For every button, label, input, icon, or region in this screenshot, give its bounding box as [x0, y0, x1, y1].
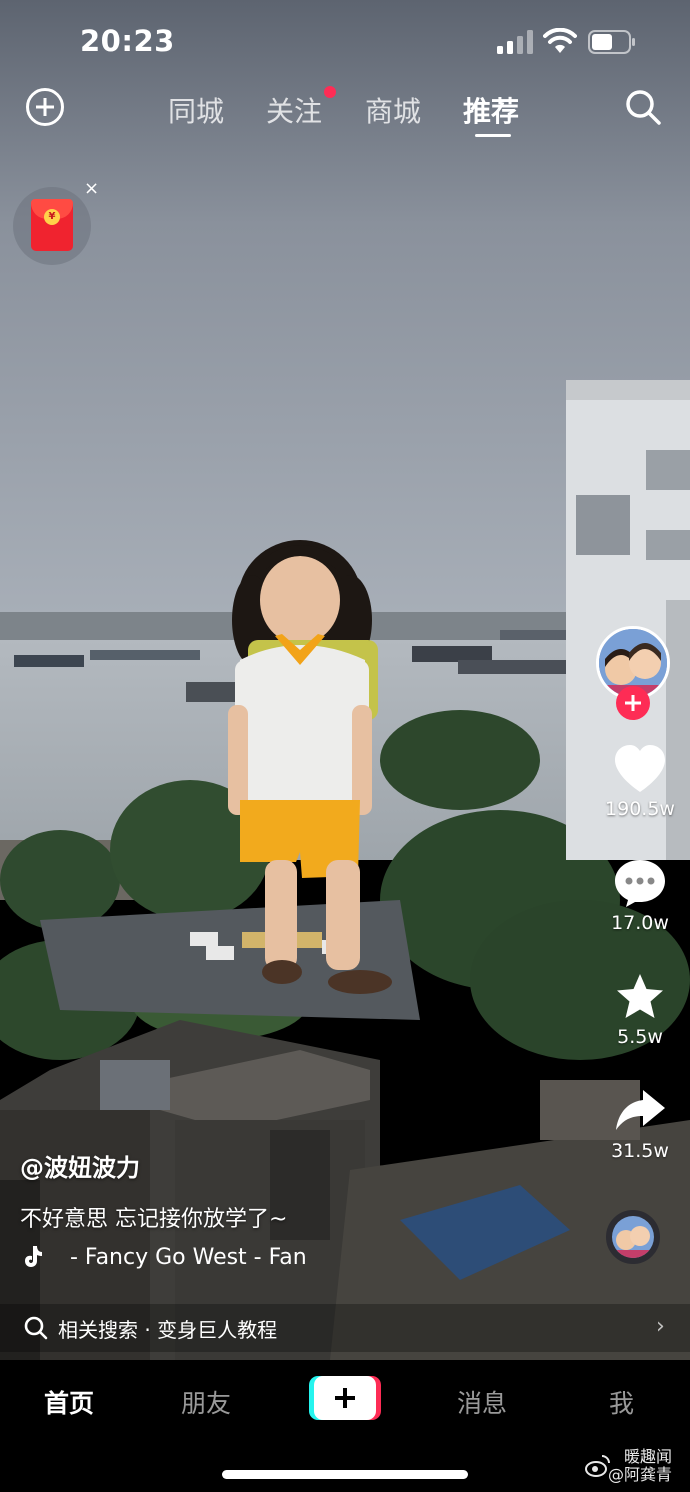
star-icon [617, 974, 663, 1018]
watermark-line2: @阿龚青 [608, 1465, 673, 1484]
comment-button[interactable]: 17.0w [590, 858, 690, 934]
plus-icon [314, 1376, 376, 1420]
notification-dot [324, 86, 336, 98]
tiktok-note-icon [25, 1246, 42, 1267]
tab-local[interactable]: 同城 [168, 90, 224, 130]
status-bar: 20:23 [0, 0, 690, 80]
search-icon [24, 1316, 48, 1340]
related-search-bar[interactable]: 相关搜索 · 变身巨人教程 › [0, 1304, 690, 1352]
favorite-button[interactable]: 5.5w [590, 972, 690, 1048]
home-indicator [222, 1470, 468, 1479]
music-ticker[interactable]: - Fancy Go West - Fan [22, 1244, 362, 1274]
tab-recommend[interactable]: 推荐 [463, 90, 519, 130]
video-description: 不好意思 忘记接你放学了~ [20, 1207, 288, 1232]
watermark: 暖趣闻 @阿龚青 [608, 1447, 673, 1484]
active-tab-indicator [475, 134, 511, 137]
nav-me[interactable]: 我 [609, 1384, 634, 1420]
wifi-icon [543, 28, 577, 53]
add-circle-icon[interactable] [26, 88, 64, 126]
red-packet-button[interactable]: ¥ [13, 187, 91, 265]
red-packet-close-icon[interactable]: × [84, 178, 99, 199]
create-button[interactable] [309, 1376, 381, 1420]
video-caption: @波妞波力 不好意思 忘记接你放学了~ [20, 1148, 600, 1233]
nav-friends[interactable]: 朋友 [181, 1384, 231, 1420]
tab-mall[interactable]: 商城 [365, 90, 421, 130]
cellular-signal-icon [497, 30, 533, 54]
share-button[interactable]: 31.5w [590, 1086, 690, 1162]
nav-home[interactable]: 首页 [44, 1384, 94, 1420]
follow-button[interactable] [616, 686, 650, 720]
like-count: 190.5w [605, 798, 675, 820]
search-icon[interactable] [624, 88, 662, 126]
favorite-count: 5.5w [617, 1026, 663, 1048]
music-disc[interactable] [606, 1210, 660, 1264]
top-nav: 同城 关注 商城 推荐 [0, 80, 690, 140]
bottom-nav: 首页 朋友 消息 我 暖趣闻 @阿龚青 [0, 1360, 690, 1492]
music-title: - Fancy Go West - Fan [70, 1245, 307, 1270]
comment-count: 17.0w [611, 912, 669, 934]
related-search-text: 相关搜索 · 变身巨人教程 [58, 1318, 278, 1342]
like-button[interactable]: 190.5w [590, 744, 690, 820]
share-count: 31.5w [611, 1140, 669, 1162]
share-icon [616, 1090, 665, 1130]
nav-messages[interactable]: 消息 [457, 1384, 507, 1420]
watermark-line1: 暖趣闻 [624, 1447, 673, 1466]
author-username[interactable]: @波妞波力 [20, 1148, 600, 1183]
chevron-right-icon: › [656, 1314, 665, 1339]
heart-icon [615, 745, 665, 792]
tab-following[interactable]: 关注 [266, 90, 322, 130]
battery-icon [588, 30, 635, 54]
comment-icon [615, 860, 665, 907]
status-time: 20:23 [80, 24, 175, 58]
